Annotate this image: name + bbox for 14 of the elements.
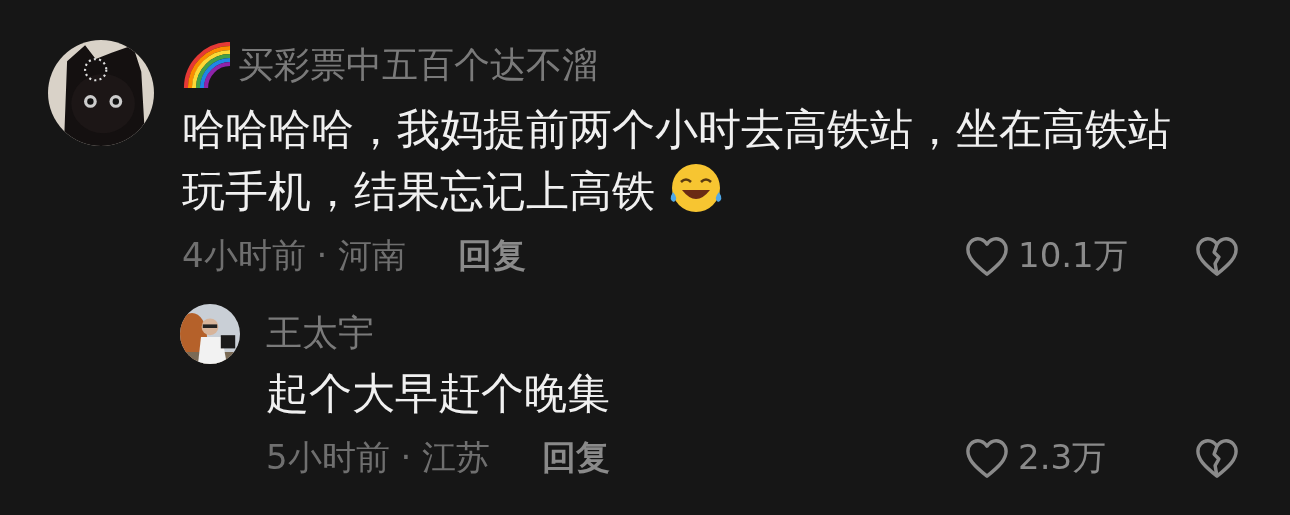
heart-icon: [964, 437, 1010, 479]
heart-icon: [964, 235, 1010, 277]
like-button[interactable]: 2.3万: [964, 435, 1194, 481]
dislike-button[interactable]: [1194, 437, 1240, 479]
reply-button[interactable]: 回复: [542, 435, 611, 481]
dislike-button[interactable]: [1194, 235, 1240, 277]
comment-text: 起个大早赶个晚集: [266, 367, 611, 420]
author-name: 买彩票中五百个达不溜: [238, 43, 598, 87]
like-button[interactable]: 10.1万: [964, 233, 1194, 279]
comment-text: 哈哈哈哈，我妈提前两个小时去高铁站，坐在高铁站玩手机，结果忘记上高铁: [182, 103, 1172, 218]
time-location: 4小时前 · 河南: [182, 234, 407, 277]
reply-button[interactable]: 回复: [458, 233, 527, 279]
author-name: 王太宇: [266, 311, 374, 355]
time-location: 5小时前 · 江苏: [266, 436, 491, 479]
